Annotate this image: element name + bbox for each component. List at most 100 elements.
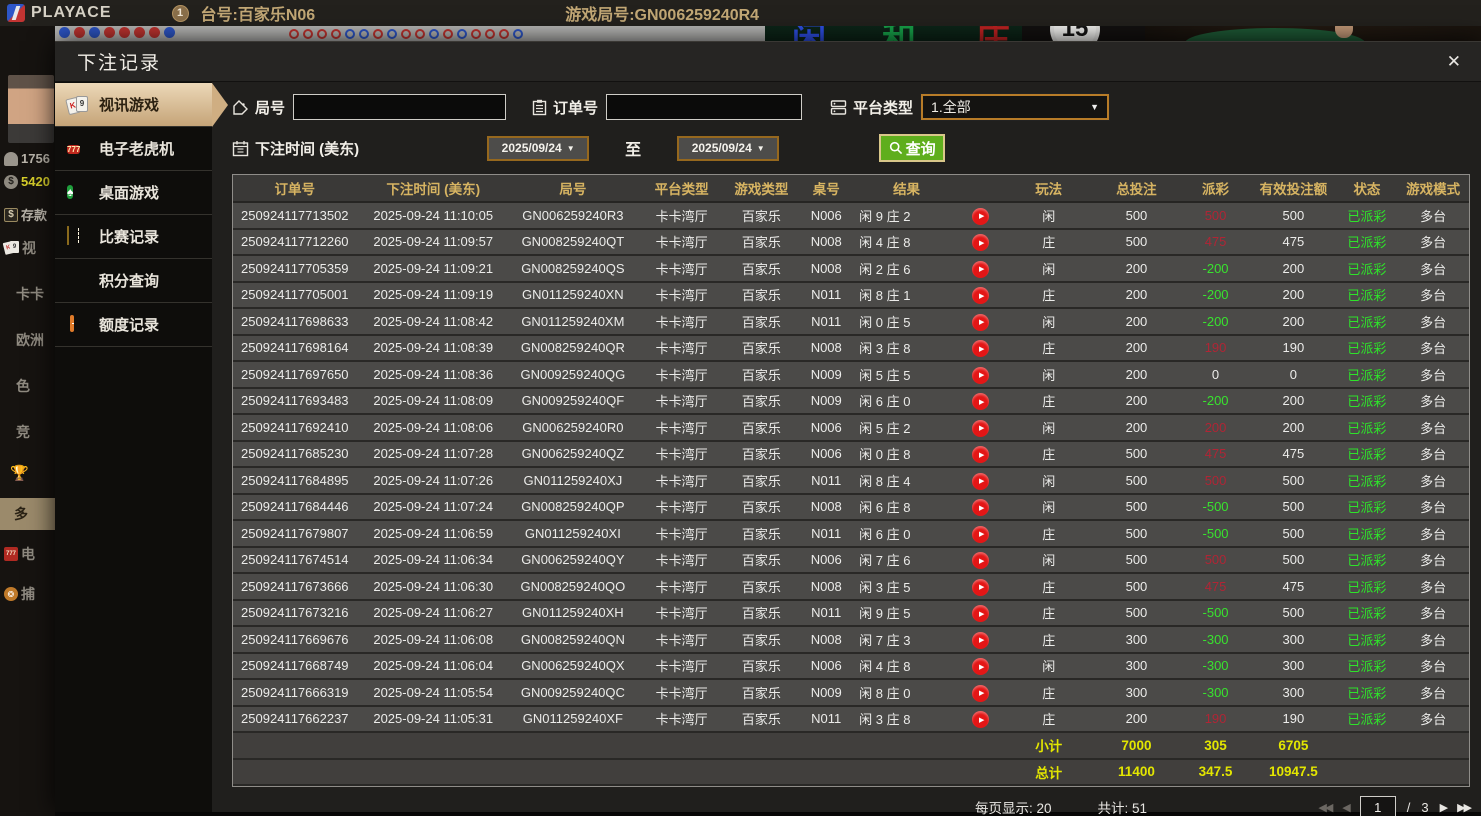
cell-wager: 庄 <box>1005 705 1092 733</box>
cell-round-no: GN011259240XH <box>509 599 636 627</box>
sidebar-item-video[interactable]: K9 视 <box>2 238 55 258</box>
cell-payout: -200 <box>1180 255 1251 283</box>
table-row[interactable]: 250924117698633 2025-09-24 11:08:42 GN01… <box>233 308 1469 336</box>
cell-bet-time: 2025-09-24 11:10:05 <box>356 202 510 230</box>
cell-valid-bet: 500 <box>1250 467 1337 495</box>
play-icon[interactable]: ▶ <box>972 419 990 437</box>
next-page-button[interactable]: ▶ <box>1440 801 1449 814</box>
sidebar-item-fishing[interactable]: ❂ 捕 <box>4 584 55 604</box>
table-row[interactable]: 250924117698164 2025-09-24 11:08:39 GN00… <box>233 334 1469 362</box>
table-row[interactable]: 250924117705359 2025-09-24 11:09:21 GN00… <box>233 255 1469 283</box>
cell-table-no: N011 <box>795 599 858 627</box>
play-icon[interactable]: ▶ <box>972 340 990 357</box>
cell-wager: 庄 <box>1005 599 1092 627</box>
cell-platform: 卡卡湾厅 <box>635 520 728 548</box>
table-row[interactable]: 250924117693483 2025-09-24 11:08:09 GN00… <box>233 387 1469 415</box>
sidebar-item-se[interactable]: 色 <box>4 376 55 396</box>
current-page-input[interactable]: 1 <box>1359 796 1396 816</box>
play-icon[interactable]: ▶ <box>972 260 990 278</box>
last-page-button[interactable]: ▶▶ <box>1457 801 1472 814</box>
play-icon[interactable]: ▶ <box>972 552 990 569</box>
play-icon[interactable]: ▶ <box>972 393 990 410</box>
sidebar-item-kaka[interactable]: 卡卡 <box>4 284 55 304</box>
modal-title: 下注记录 <box>77 53 162 74</box>
play-icon[interactable]: ▶ <box>972 631 990 649</box>
play-icon[interactable]: ▶ <box>972 525 990 543</box>
table-row[interactable]: 250924117662237 2025-09-24 11:05:31 GN01… <box>233 705 1469 733</box>
sidebar-item-jing[interactable]: 竞 <box>4 422 55 442</box>
play-icon[interactable]: ▶ <box>972 472 990 490</box>
play-icon[interactable]: ▶ <box>972 605 990 622</box>
date-from-picker[interactable]: 2025/09/24 ▼ <box>487 135 590 161</box>
ticket-icon <box>67 225 91 247</box>
sidebar-item-europe[interactable]: 欧洲 <box>4 330 55 350</box>
player-bead <box>359 28 369 39</box>
platform-filter-label: 平台类型 <box>853 99 914 117</box>
table-row[interactable]: 250924117673216 2025-09-24 11:06:27 GN01… <box>233 599 1469 627</box>
banker-bead <box>373 28 383 39</box>
order-input[interactable] <box>606 94 803 120</box>
cell-table-no: N008 <box>795 228 858 256</box>
cell-table-no: N011 <box>795 281 858 309</box>
table-row[interactable]: 250924117666319 2025-09-24 11:05:54 GN00… <box>233 679 1469 707</box>
menu-item-video-games[interactable]: K9 视讯游戏 <box>55 83 228 127</box>
cell-result: 闲 0 庄 5 <box>857 308 956 336</box>
play-icon[interactable]: ▶ <box>972 499 990 516</box>
cell-result: 闲 9 庄 5 <box>857 599 956 627</box>
table-row[interactable]: 250924117668749 2025-09-24 11:06:04 GN00… <box>233 652 1469 680</box>
column-header: 玩法 <box>1005 175 1092 203</box>
menu-item-quota-records[interactable]: 额度记录 <box>55 303 212 347</box>
cell-replay: ▶ <box>956 308 1006 336</box>
first-page-button[interactable]: ◀◀ <box>1318 801 1333 814</box>
table-row[interactable]: 250924117697650 2025-09-24 11:08:36 GN00… <box>233 361 1469 389</box>
play-icon[interactable]: ▶ <box>972 366 990 384</box>
menu-item-slots[interactable]: 777 电子老虎机 <box>55 127 212 171</box>
play-icon[interactable]: ▶ <box>972 207 990 225</box>
play-icon[interactable]: ▶ <box>972 234 990 251</box>
table-row[interactable]: 250924117679807 2025-09-24 11:06:59 GN01… <box>233 520 1469 548</box>
cell-order-no: 250924117684446 <box>233 493 357 521</box>
cell-replay: ▶ <box>956 281 1006 309</box>
table-row[interactable]: 250924117692410 2025-09-24 11:08:06 GN00… <box>233 414 1469 442</box>
prev-page-button[interactable]: ◀ <box>1342 801 1351 814</box>
play-icon[interactable]: ▶ <box>972 711 990 728</box>
table-row[interactable]: 250924117674514 2025-09-24 11:06:34 GN00… <box>233 546 1469 574</box>
sidebar-item-slots[interactable]: 777 电 <box>4 544 55 564</box>
table-row[interactable]: 250924117673666 2025-09-24 11:06:30 GN00… <box>233 573 1469 601</box>
banker-bead <box>104 26 115 38</box>
close-icon[interactable]: ✕ <box>1447 52 1461 72</box>
sidebar-item-multi[interactable]: 多 <box>0 498 55 530</box>
platform-select[interactable]: 1.全部 ▼ <box>920 93 1111 121</box>
to-label: 至 <box>625 142 642 159</box>
column-header: 局号 <box>509 175 636 203</box>
cell-payout: -500 <box>1180 599 1251 627</box>
avatar[interactable] <box>8 75 54 143</box>
play-icon[interactable]: ▶ <box>972 658 990 675</box>
deposit-button[interactable]: $ 存款 <box>4 205 55 224</box>
cell-valid-bet: 200 <box>1250 308 1337 336</box>
menu-item-table-games[interactable]: ♠ 桌面游戏 <box>55 171 212 215</box>
table-row[interactable]: 250924117684895 2025-09-24 11:07:26 GN01… <box>233 467 1469 495</box>
table-row[interactable]: 250924117669676 2025-09-24 11:06:08 GN00… <box>233 626 1469 654</box>
table-row[interactable]: 250924117684446 2025-09-24 11:07:24 GN00… <box>233 493 1469 521</box>
play-icon[interactable]: ▶ <box>972 578 990 596</box>
cell-result: 闲 8 庄 0 <box>857 679 956 707</box>
table-row[interactable]: 250924117713502 2025-09-24 11:10:05 GN00… <box>233 202 1469 230</box>
round-input[interactable] <box>293 94 507 120</box>
cell-game-type: 百家乐 <box>727 414 796 442</box>
search-button[interactable]: 查询 <box>879 134 946 162</box>
play-icon[interactable]: ▶ <box>972 287 990 304</box>
table-row[interactable]: 250924117705001 2025-09-24 11:09:19 GN01… <box>233 281 1469 309</box>
menu-item-match-records[interactable]: 比赛记录 <box>55 215 212 259</box>
play-icon[interactable]: ▶ <box>972 684 990 702</box>
play-icon[interactable]: ▶ <box>972 446 990 463</box>
table-row[interactable]: 250924117685230 2025-09-24 11:07:28 GN00… <box>233 440 1469 468</box>
menu-item-points-query[interactable]: 积分查询 <box>55 259 212 303</box>
date-to-picker[interactable]: 2025/09/24 ▼ <box>677 135 780 161</box>
cell-total-bet: 200 <box>1091 255 1181 283</box>
table-row[interactable]: 250924117712260 2025-09-24 11:09:57 GN00… <box>233 228 1469 256</box>
sidebar-item-trophy[interactable]: 🏆 <box>4 464 55 482</box>
cell-bet-time: 2025-09-24 11:06:08 <box>356 626 510 654</box>
play-icon[interactable]: ▶ <box>972 313 990 331</box>
cell-replay: ▶ <box>956 599 1006 627</box>
